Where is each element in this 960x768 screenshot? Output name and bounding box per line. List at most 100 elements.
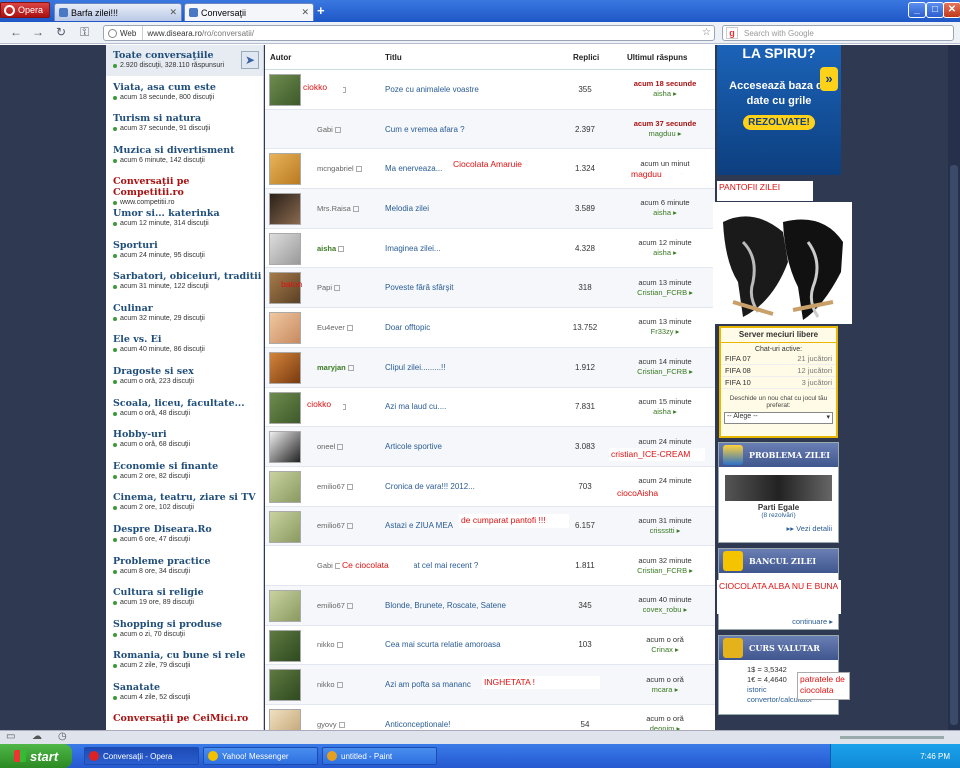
- game-row[interactable]: FIFA 07 21 jucători: [721, 353, 836, 365]
- sidebar-item[interactable]: Romania, cu bune si rele acum 2 zile, 79 …: [106, 645, 263, 677]
- category-title[interactable]: Sporturi: [113, 240, 263, 251]
- sidebar-item[interactable]: Culinar acum 32 minute, 29 discuţii: [106, 298, 263, 330]
- category-title[interactable]: Turism si natura: [113, 113, 263, 124]
- avatar[interactable]: [269, 709, 301, 730]
- thread-title[interactable]: Cronica de vara!!! 2012...: [385, 482, 475, 491]
- sidebar-item[interactable]: Toate conversaţiile 2.920 discuţii, 328.1…: [106, 45, 263, 77]
- thread-title[interactable]: Ma enerveaza...: [385, 164, 442, 173]
- category-title[interactable]: Shopping si produse: [113, 619, 263, 630]
- avatar[interactable]: [269, 351, 301, 384]
- table-row[interactable]: nikko Cea mai scurta relatie amoroasa 103 a…: [265, 626, 715, 666]
- category-title[interactable]: Culinar: [113, 303, 263, 314]
- table-row[interactable]: Mrs.Raisa Melodia zilei 3.589 acum 6 minute…: [265, 189, 715, 229]
- bookmark-star-icon[interactable]: ☆: [702, 27, 711, 38]
- last-reply-user[interactable]: aisha ▸: [617, 89, 713, 99]
- category-title[interactable]: Economie si finante: [113, 461, 263, 472]
- category-title[interactable]: Muzica si divertisment: [113, 145, 263, 156]
- thread-title[interactable]: Poze cu animalele voastre: [385, 85, 479, 94]
- sidebar-item[interactable]: Muzica si divertisment acum 6 minute, 142…: [106, 140, 263, 172]
- last-reply-user[interactable]: Cristian_FCRB ▸: [617, 566, 713, 576]
- last-reply-user[interactable]: Cristian_FCRB ▸: [617, 288, 713, 298]
- sidebar-item[interactable]: Shopping si produse acum o zi, 70 discuţi…: [106, 614, 263, 646]
- problema-name[interactable]: Parti Egale: [719, 503, 838, 512]
- author-name[interactable]: Mrs.Raisa: [317, 204, 359, 213]
- sidebar-item[interactable]: Scoala, liceu, facultate... acum o oră, 4…: [106, 393, 263, 425]
- scrollbar-thumb[interactable]: [950, 165, 958, 725]
- new-tab-button[interactable]: +: [317, 3, 325, 18]
- sidebar-item[interactable]: Cinema, teatru, ziare si TV acum 2 ore, 1…: [106, 487, 263, 519]
- author-name[interactable]: nikko: [317, 680, 343, 689]
- thread-title[interactable]: Cea mai scurta relatie amoroasa: [385, 640, 501, 649]
- task-yahoo[interactable]: Yahoo! Messenger: [203, 747, 318, 765]
- thread-title[interactable]: Articole sportive: [385, 442, 442, 451]
- game-row[interactable]: FIFA 08 12 jucători: [721, 365, 836, 377]
- thread-title[interactable]: Anticonceptionale!: [385, 720, 450, 729]
- category-title[interactable]: Cinema, teatru, ziare si TV: [113, 492, 263, 503]
- avatar[interactable]: [269, 431, 301, 464]
- author-name[interactable]: emilio67: [317, 482, 353, 491]
- sidebar-item[interactable]: Sarbatori, obiceiuri, traditii acum 31 mi…: [106, 266, 263, 298]
- address-field[interactable]: Web www.diseara.ro/ro/conversatii/ ☆: [103, 25, 715, 41]
- last-reply-user[interactable]: aisha ▸: [617, 407, 713, 417]
- sidebar-item[interactable]: Conversaţii pe Competitii.ro www.competit…: [106, 171, 263, 206]
- sidebar-item[interactable]: Sanatate acum 4 zile, 52 discuţii: [106, 677, 263, 709]
- thread-title[interactable]: Imaginea zilei...: [385, 244, 441, 253]
- sidebar-item[interactable]: Cultura si religie acum 19 ore, 89 discuţ…: [106, 582, 263, 614]
- category-title[interactable]: Sarbatori, obiceiuri, traditii: [113, 271, 263, 282]
- sidebar-item[interactable]: Viata, asa cum este acum 18 secunde, 800 …: [106, 77, 263, 109]
- sidebar-item[interactable]: Despre Diseara.Ro acum 6 ore, 47 discuţii: [106, 519, 263, 551]
- avatar[interactable]: [269, 510, 301, 543]
- thread-title[interactable]: Cum e vremea afara ?: [385, 125, 465, 134]
- start-button[interactable]: start: [0, 744, 72, 768]
- category-title[interactable]: Viata, asa cum este: [113, 82, 263, 93]
- category-title[interactable]: Dragoste si sex: [113, 366, 263, 377]
- category-title[interactable]: Probleme practice: [113, 556, 263, 567]
- last-reply-user[interactable]: Fr33zy ▸: [617, 327, 713, 337]
- last-reply-user[interactable]: Cristian_FCRB ▸: [617, 367, 713, 377]
- page-scrollbar[interactable]: [948, 45, 960, 730]
- table-row[interactable]: Gabi ai mancat cel mai recent ? 1.811 acum …: [265, 546, 715, 586]
- author-name[interactable]: maryjan: [317, 363, 354, 372]
- author-name[interactable]: aisha: [317, 244, 345, 253]
- author-name[interactable]: Gabi: [317, 125, 341, 134]
- zoom-slider[interactable]: [840, 736, 944, 739]
- category-title[interactable]: Cultura si religie: [113, 587, 263, 598]
- thread-title[interactable]: Azi am pofta sa mananc: [385, 680, 471, 689]
- col-replies[interactable]: Replici: [573, 53, 599, 62]
- bancul-link[interactable]: continuare ▸: [792, 617, 833, 626]
- sidebar-item[interactable]: Umor si... katerinka acum 12 minute, 314 …: [106, 203, 263, 235]
- table-row[interactable]: emilio67 Blonde, Brunete, Roscate, Satene…: [265, 585, 715, 626]
- avatar[interactable]: [269, 470, 301, 503]
- author-name[interactable]: Papi: [317, 283, 341, 292]
- game-name[interactable]: FIFA 08: [725, 366, 751, 375]
- arrow-right-icon[interactable]: ➤: [241, 51, 259, 69]
- category-title[interactable]: Scoala, liceu, facultate...: [113, 398, 263, 409]
- avatar[interactable]: [269, 153, 301, 186]
- close-window-button[interactable]: ✕: [943, 2, 960, 18]
- ad-button[interactable]: REZOLVATE!: [743, 115, 815, 130]
- table-row[interactable]: maryjan Clipul zilei.........!! 1.912 acum …: [265, 347, 715, 388]
- back-icon[interactable]: ←: [10, 25, 22, 39]
- col-author[interactable]: Autor: [270, 53, 291, 62]
- key-icon[interactable]: ⚿: [80, 25, 89, 40]
- author-name[interactable]: emilio67: [317, 521, 353, 530]
- thread-title[interactable]: Blonde, Brunete, Roscate, Satene: [385, 601, 506, 610]
- last-reply-user[interactable]: covex_robu ▸: [617, 605, 713, 615]
- avatar[interactable]: [269, 74, 301, 106]
- author-name[interactable]: nikko: [317, 640, 343, 649]
- avatar[interactable]: [269, 669, 301, 702]
- avatar[interactable]: [269, 193, 301, 226]
- table-row[interactable]: Gabi Cum e vremea afara ? 2.397 acum 37 sec…: [265, 109, 715, 150]
- author-name[interactable]: gyovy: [317, 720, 345, 729]
- avatar[interactable]: [269, 629, 301, 662]
- avatar[interactable]: [269, 391, 301, 424]
- col-title[interactable]: Titlu: [385, 53, 402, 62]
- last-reply-user[interactable]: aisha ▸: [617, 248, 713, 258]
- sidebar-item[interactable]: Dragoste si sex acum o oră, 223 discuţii: [106, 361, 263, 393]
- table-row[interactable]: gyovy Anticonceptionale! 54 acum o oră deoni…: [265, 705, 715, 730]
- minimize-button[interactable]: _: [908, 2, 926, 18]
- avatar[interactable]: [269, 589, 301, 622]
- sidebar-item[interactable]: Turism si natura acum 37 secunde, 91 disc…: [106, 108, 263, 140]
- sidebar-item[interactable]: Hobby-uri acum o oră, 68 discuţii: [106, 424, 263, 456]
- sidebar-item[interactable]: Conversaţii pe CeiMici.ro: [106, 708, 263, 730]
